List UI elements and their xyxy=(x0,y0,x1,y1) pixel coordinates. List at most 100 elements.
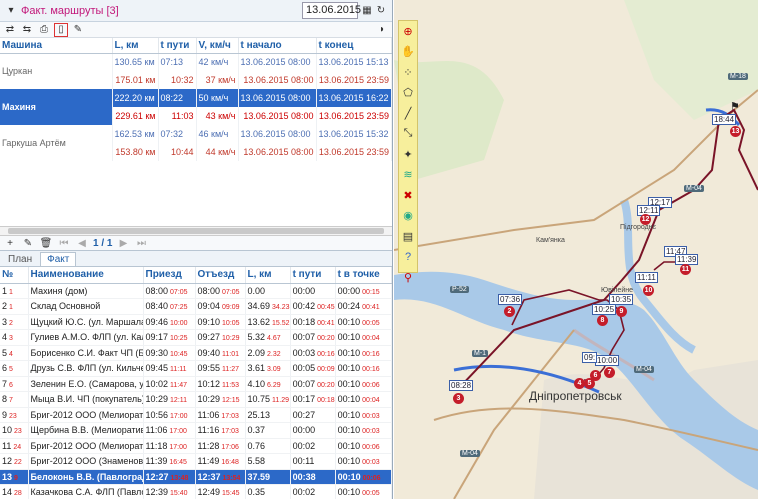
help-icon[interactable]: ? xyxy=(399,247,417,268)
column-header[interactable]: V, км/ч xyxy=(196,38,239,54)
car-row-selected[interactable]: Махиня 222.20 км 08:22 50 км/ч 13.06.2015 0… xyxy=(0,89,392,125)
delete-icon[interactable]: 🗑 xyxy=(39,236,53,250)
document-icon[interactable]: ▯ xyxy=(54,22,68,37)
car-name: Цуркан xyxy=(0,53,113,89)
point-row[interactable]: 1 1 Махиня (дом) 08:00 07:05 08:00 07:05 0.00 00… xyxy=(0,283,392,299)
point-row[interactable]: 32Щуцкий Ю.С. (ул. Маршала М09:4610:0009… xyxy=(0,314,392,330)
point-row[interactable]: 8 7 Мыца В.И. ЧП (покупатель) 10:29 12:11 10:… xyxy=(0,391,392,408)
date-field[interactable]: 13.06.2015 xyxy=(302,2,361,19)
column-header[interactable]: t конец xyxy=(316,38,392,54)
close-icon[interactable]: ✖ xyxy=(399,185,417,206)
car-time: 07:13 xyxy=(158,53,197,71)
car-row[interactable]: Гаркуша Артём 162.53 км 07:32 46 км/ч 13.06… xyxy=(0,125,392,161)
tab-plan[interactable]: План xyxy=(2,253,38,266)
column-header[interactable]: Приезд xyxy=(143,267,196,284)
column-header[interactable]: L, км xyxy=(245,267,291,284)
time-label[interactable]: 10:25 xyxy=(592,304,617,315)
point-marker[interactable]: 4 xyxy=(574,378,585,389)
point-distance-value: 25.13 xyxy=(247,409,271,420)
refresh-icon[interactable]: ↻ xyxy=(374,4,388,18)
time-label[interactable]: 18:44 xyxy=(712,114,737,125)
column-header[interactable]: t пути xyxy=(158,38,197,54)
swap-icon[interactable]: ⇄ xyxy=(3,23,17,37)
point-row[interactable]: 12 22 Бриг-2012 ООО (Знаменовка 11:39 16:45 1… xyxy=(0,453,392,470)
pin-icon[interactable]: ⚲ xyxy=(399,267,417,288)
tab-fact[interactable]: Факт xyxy=(40,252,77,266)
point-distance-plan: 4.67 xyxy=(267,335,281,343)
print-icon[interactable]: ⎙ xyxy=(37,23,51,37)
point-row[interactable]: 2 1 Склад Основной 08:40 07:25 09:04 09:09 34.6… xyxy=(0,298,392,315)
collapse-icon[interactable]: ▾ xyxy=(4,4,18,18)
point-row[interactable]: 14 28 Казачкова С.А. ФЛП (Павлог 12:39 15:40… xyxy=(0,484,392,499)
point-marker[interactable]: 7 xyxy=(604,367,615,378)
arrival-time-value: 08:40 xyxy=(145,301,169,312)
globe-icon[interactable]: ◉ xyxy=(399,206,417,227)
magic-wand-icon[interactable]: ✦ xyxy=(399,144,417,165)
film-icon[interactable]: ▤ xyxy=(399,226,417,247)
stay-time-value: 00:10 xyxy=(337,316,361,327)
point-row[interactable]: 4 3 Гулиев А.М.О. ФЛП (ул. Кали 09:17 10:25 0… xyxy=(0,329,392,346)
next-page-icon[interactable]: ▶ xyxy=(116,236,130,250)
arrival-time: 09:17 10:25 xyxy=(143,329,196,346)
departure-time-value: 12:49 xyxy=(197,487,221,498)
point-marker[interactable]: 10 xyxy=(643,285,654,296)
first-page-icon[interactable]: ⏮ xyxy=(57,236,71,250)
point-marker[interactable]: 8 xyxy=(597,315,608,326)
column-header[interactable]: № xyxy=(0,267,29,284)
add-icon[interactable]: + xyxy=(3,236,17,250)
target-icon[interactable]: ⊕ xyxy=(399,21,417,42)
prev-page-icon[interactable]: ◀ xyxy=(75,236,89,250)
point-distance-value: 0.00 xyxy=(247,285,266,296)
column-header[interactable]: L, км xyxy=(112,38,159,54)
polygon-icon[interactable]: ⬠ xyxy=(399,83,417,104)
column-header[interactable]: t начало xyxy=(238,38,317,54)
point-row[interactable]: 10 23 Щербина В.В. (Мелиоративн 11:06 17:00 1… xyxy=(0,422,392,439)
time-label[interactable]: 09: xyxy=(582,352,598,363)
hand-icon[interactable]: ✋ xyxy=(399,42,417,63)
time-label[interactable]: 11:11 xyxy=(635,272,658,283)
points-icon[interactable]: ⁘ xyxy=(399,62,417,83)
calendar-icon[interactable]: ▦ xyxy=(360,4,374,18)
point-marker[interactable]: 9 xyxy=(616,306,627,317)
horizontal-scrollbar[interactable] xyxy=(0,226,392,235)
point-row[interactable]: 6 5 Друзь С.В. ФЛП (ул. Кильчен 09:45 11:11 0… xyxy=(0,360,392,377)
column-header[interactable]: Наименование xyxy=(28,267,144,284)
measure-icon[interactable]: ⤡ xyxy=(399,124,417,145)
point-name-value: Казачкова С.А. ФЛП (Павлог xyxy=(30,487,143,498)
column-header[interactable]: t в точке xyxy=(335,267,392,284)
point-marker[interactable]: 13 xyxy=(730,126,741,137)
point-row[interactable]: 11 24 Бриг-2012 ООО (Мелиоратив 11:18 17:00 1… xyxy=(0,438,392,454)
column-header[interactable]: Отъезд xyxy=(195,267,246,284)
point-row[interactable]: 7 6 Зеленин Е.О. (Самарова, ул 10:02 11:47 10… xyxy=(0,376,392,392)
point-marker[interactable]: 11 xyxy=(680,264,691,275)
point-row[interactable]: 9 23 Бриг-2012 ООО (Мелиоратив 10:56 17:00 11… xyxy=(0,407,392,423)
point-marker[interactable]: 12 xyxy=(640,214,651,225)
column-header[interactable]: t пути xyxy=(290,267,336,284)
point-marker[interactable]: 5 xyxy=(584,378,595,389)
tab-bar: План Факт xyxy=(0,251,392,267)
travel-time: 00:02 xyxy=(290,438,336,454)
last-page-icon[interactable]: ⏭ xyxy=(134,236,148,250)
point-distance: 5.58 xyxy=(245,453,291,470)
layers-icon[interactable]: ≋ xyxy=(399,165,417,186)
point-row[interactable]: 5 4 Борисенко С.И. Факт ЧП (Бай 09:30 10:45 0… xyxy=(0,345,392,361)
time-label[interactable]: 10:00 xyxy=(595,355,620,366)
point-marker[interactable]: 3 xyxy=(453,393,464,404)
wrench-icon[interactable]: ✎ xyxy=(71,23,85,37)
edit-icon[interactable]: ✎ xyxy=(21,236,35,250)
rss-icon[interactable]: ◗ xyxy=(375,23,389,37)
map-canvas[interactable] xyxy=(394,0,758,499)
time-label[interactable]: 08:28 xyxy=(449,380,474,391)
column-header[interactable]: Машина xyxy=(0,38,113,54)
point-row[interactable]: 139Белоконь В.В. (Павлоград, ул12:2713:4… xyxy=(0,469,392,485)
point-distance-plan: 11.29 xyxy=(272,397,290,405)
line-icon[interactable]: ╱ xyxy=(399,103,417,124)
time-label[interactable]: 07:36 xyxy=(498,294,523,305)
point-name-value: Склад Основной xyxy=(30,301,101,312)
travel-time: 00:38 xyxy=(290,469,336,485)
map-view[interactable]: ⊕ ✋ ⁘ ⬠ ╱ ⤡ ✦ ≋ ✖ ◉ ▤ ? ⚲ M-18 P-52 M-04… xyxy=(394,0,758,499)
scrollbar-thumb[interactable] xyxy=(8,228,384,234)
car-row[interactable]: Цуркан 130.65 км 07:13 42 км/ч 13.06.2015 0… xyxy=(0,53,392,89)
shuffle-icon[interactable]: ⇆ xyxy=(20,23,34,37)
point-marker[interactable]: 2 xyxy=(504,306,515,317)
